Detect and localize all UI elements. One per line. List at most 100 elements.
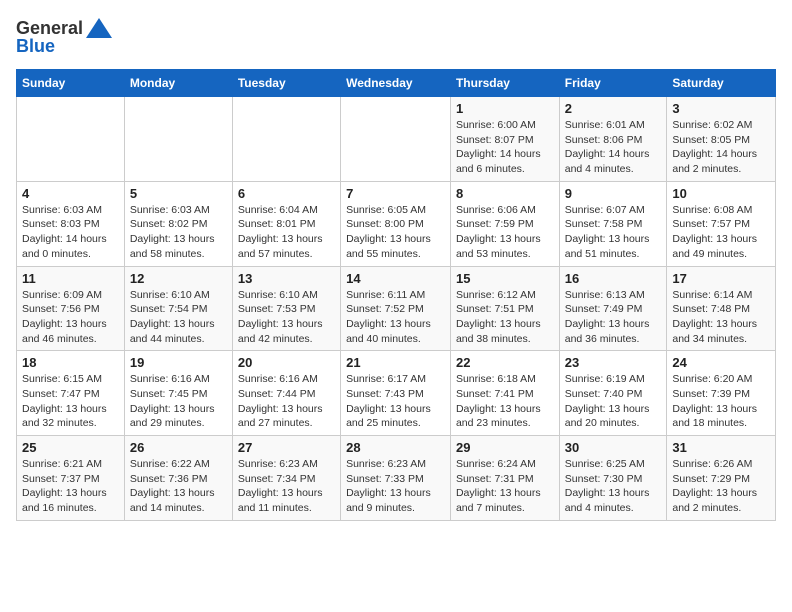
day-header-tuesday: Tuesday: [232, 70, 340, 97]
day-cell: 15 Sunrise: 6:12 AM Sunset: 7:51 PM Dayli…: [450, 266, 559, 351]
day-number: 26: [130, 440, 227, 455]
week-row-3: 11 Sunrise: 6:09 AM Sunset: 7:56 PM Dayli…: [17, 266, 776, 351]
day-info: Sunrise: 6:00 AM Sunset: 8:07 PM Dayligh…: [456, 118, 554, 177]
day-info: Sunrise: 6:02 AM Sunset: 8:05 PM Dayligh…: [672, 118, 770, 177]
day-number: 13: [238, 271, 335, 286]
day-info: Sunrise: 6:20 AM Sunset: 7:39 PM Dayligh…: [672, 372, 770, 431]
day-cell: 31 Sunrise: 6:26 AM Sunset: 7:29 PM Dayli…: [667, 436, 776, 521]
logo: General Blue: [16, 16, 113, 57]
day-number: 1: [456, 101, 554, 116]
day-info: Sunrise: 6:04 AM Sunset: 8:01 PM Dayligh…: [238, 203, 335, 262]
day-number: 28: [346, 440, 445, 455]
day-number: 8: [456, 186, 554, 201]
day-info: Sunrise: 6:14 AM Sunset: 7:48 PM Dayligh…: [672, 288, 770, 347]
day-cell: 16 Sunrise: 6:13 AM Sunset: 7:49 PM Dayli…: [559, 266, 667, 351]
day-number: 29: [456, 440, 554, 455]
day-info: Sunrise: 6:10 AM Sunset: 7:53 PM Dayligh…: [238, 288, 335, 347]
day-info: Sunrise: 6:12 AM Sunset: 7:51 PM Dayligh…: [456, 288, 554, 347]
day-number: 17: [672, 271, 770, 286]
day-info: Sunrise: 6:10 AM Sunset: 7:54 PM Dayligh…: [130, 288, 227, 347]
day-info: Sunrise: 6:26 AM Sunset: 7:29 PM Dayligh…: [672, 457, 770, 516]
day-header-row: SundayMondayTuesdayWednesdayThursdayFrid…: [17, 70, 776, 97]
day-number: 6: [238, 186, 335, 201]
day-info: Sunrise: 6:23 AM Sunset: 7:33 PM Dayligh…: [346, 457, 445, 516]
day-header-monday: Monday: [124, 70, 232, 97]
day-cell: 20Sunrise: 6:16 AM Sunset: 7:44 PM Dayli…: [232, 351, 340, 436]
day-number: 11: [22, 271, 119, 286]
day-cell: [124, 97, 232, 182]
day-cell: [17, 97, 125, 182]
day-info: Sunrise: 6:23 AM Sunset: 7:34 PM Dayligh…: [238, 457, 335, 516]
day-number: 21: [346, 355, 445, 370]
day-info: Sunrise: 6:03 AM Sunset: 8:03 PM Dayligh…: [22, 203, 119, 262]
week-row-2: 4 Sunrise: 6:03 AM Sunset: 8:03 PM Daylig…: [17, 181, 776, 266]
page-header: General Blue: [16, 16, 776, 57]
day-cell: 2Sunrise: 6:01 AM Sunset: 8:06 PM Daylig…: [559, 97, 667, 182]
day-header-friday: Friday: [559, 70, 667, 97]
day-info: Sunrise: 6:15 AM Sunset: 7:47 PM Dayligh…: [22, 372, 119, 431]
day-cell: 1 Sunrise: 6:00 AM Sunset: 8:07 PM Daylig…: [450, 97, 559, 182]
day-number: 22: [456, 355, 554, 370]
day-info: Sunrise: 6:05 AM Sunset: 8:00 PM Dayligh…: [346, 203, 445, 262]
day-cell: 25Sunrise: 6:21 AM Sunset: 7:37 PM Dayli…: [17, 436, 125, 521]
day-cell: 28 Sunrise: 6:23 AM Sunset: 7:33 PM Dayli…: [341, 436, 451, 521]
day-number: 15: [456, 271, 554, 286]
day-number: 24: [672, 355, 770, 370]
day-number: 31: [672, 440, 770, 455]
day-cell: 6 Sunrise: 6:04 AM Sunset: 8:01 PM Daylig…: [232, 181, 340, 266]
day-number: 4: [22, 186, 119, 201]
day-cell: 22 Sunrise: 6:18 AM Sunset: 7:41 PM Dayli…: [450, 351, 559, 436]
day-info: Sunrise: 6:19 AM Sunset: 7:40 PM Dayligh…: [565, 372, 662, 431]
day-cell: 19Sunrise: 6:16 AM Sunset: 7:45 PM Dayli…: [124, 351, 232, 436]
day-header-sunday: Sunday: [17, 70, 125, 97]
day-number: 3: [672, 101, 770, 116]
day-info: Sunrise: 6:24 AM Sunset: 7:31 PM Dayligh…: [456, 457, 554, 516]
day-number: 9: [565, 186, 662, 201]
day-header-thursday: Thursday: [450, 70, 559, 97]
day-number: 10: [672, 186, 770, 201]
calendar-table: SundayMondayTuesdayWednesdayThursdayFrid…: [16, 69, 776, 521]
day-cell: 23 Sunrise: 6:19 AM Sunset: 7:40 PM Dayli…: [559, 351, 667, 436]
day-info: Sunrise: 6:13 AM Sunset: 7:49 PM Dayligh…: [565, 288, 662, 347]
day-number: 18: [22, 355, 119, 370]
day-cell: 21 Sunrise: 6:17 AM Sunset: 7:43 PM Dayli…: [341, 351, 451, 436]
day-number: 27: [238, 440, 335, 455]
day-info: Sunrise: 6:09 AM Sunset: 7:56 PM Dayligh…: [22, 288, 119, 347]
day-number: 30: [565, 440, 662, 455]
day-cell: 10 Sunrise: 6:08 AM Sunset: 7:57 PM Dayli…: [667, 181, 776, 266]
day-info: Sunrise: 6:08 AM Sunset: 7:57 PM Dayligh…: [672, 203, 770, 262]
day-cell: 4 Sunrise: 6:03 AM Sunset: 8:03 PM Daylig…: [17, 181, 125, 266]
day-cell: 3 Sunrise: 6:02 AM Sunset: 8:05 PM Daylig…: [667, 97, 776, 182]
day-cell: 24 Sunrise: 6:20 AM Sunset: 7:39 PM Dayli…: [667, 351, 776, 436]
day-cell: [232, 97, 340, 182]
day-cell: 17 Sunrise: 6:14 AM Sunset: 7:48 PM Dayli…: [667, 266, 776, 351]
day-info: Sunrise: 6:17 AM Sunset: 7:43 PM Dayligh…: [346, 372, 445, 431]
day-number: 19: [130, 355, 227, 370]
day-header-wednesday: Wednesday: [341, 70, 451, 97]
day-cell: 29 Sunrise: 6:24 AM Sunset: 7:31 PM Dayli…: [450, 436, 559, 521]
week-row-5: 25Sunrise: 6:21 AM Sunset: 7:37 PM Dayli…: [17, 436, 776, 521]
day-info: Sunrise: 6:21 AM Sunset: 7:37 PM Dayligh…: [22, 457, 119, 516]
day-info: Sunrise: 6:01 AM Sunset: 8:06 PM Dayligh…: [565, 118, 662, 177]
day-cell: [341, 97, 451, 182]
day-info: Sunrise: 6:03 AM Sunset: 8:02 PM Dayligh…: [130, 203, 227, 262]
day-cell: 26Sunrise: 6:22 AM Sunset: 7:36 PM Dayli…: [124, 436, 232, 521]
day-cell: 30 Sunrise: 6:25 AM Sunset: 7:30 PM Dayli…: [559, 436, 667, 521]
day-info: Sunrise: 6:25 AM Sunset: 7:30 PM Dayligh…: [565, 457, 662, 516]
logo-blue-text: Blue: [16, 36, 55, 57]
day-cell: 5 Sunrise: 6:03 AM Sunset: 8:02 PM Daylig…: [124, 181, 232, 266]
day-number: 16: [565, 271, 662, 286]
day-info: Sunrise: 6:11 AM Sunset: 7:52 PM Dayligh…: [346, 288, 445, 347]
day-cell: 8 Sunrise: 6:06 AM Sunset: 7:59 PM Daylig…: [450, 181, 559, 266]
day-number: 23: [565, 355, 662, 370]
day-cell: 11 Sunrise: 6:09 AM Sunset: 7:56 PM Dayli…: [17, 266, 125, 351]
day-number: 5: [130, 186, 227, 201]
week-row-1: 1 Sunrise: 6:00 AM Sunset: 8:07 PM Daylig…: [17, 97, 776, 182]
day-number: 7: [346, 186, 445, 201]
day-info: Sunrise: 6:06 AM Sunset: 7:59 PM Dayligh…: [456, 203, 554, 262]
logo-icon: [85, 16, 113, 40]
day-header-saturday: Saturday: [667, 70, 776, 97]
logo-container: General Blue: [16, 16, 113, 57]
day-cell: 7 Sunrise: 6:05 AM Sunset: 8:00 PM Daylig…: [341, 181, 451, 266]
day-info: Sunrise: 6:18 AM Sunset: 7:41 PM Dayligh…: [456, 372, 554, 431]
